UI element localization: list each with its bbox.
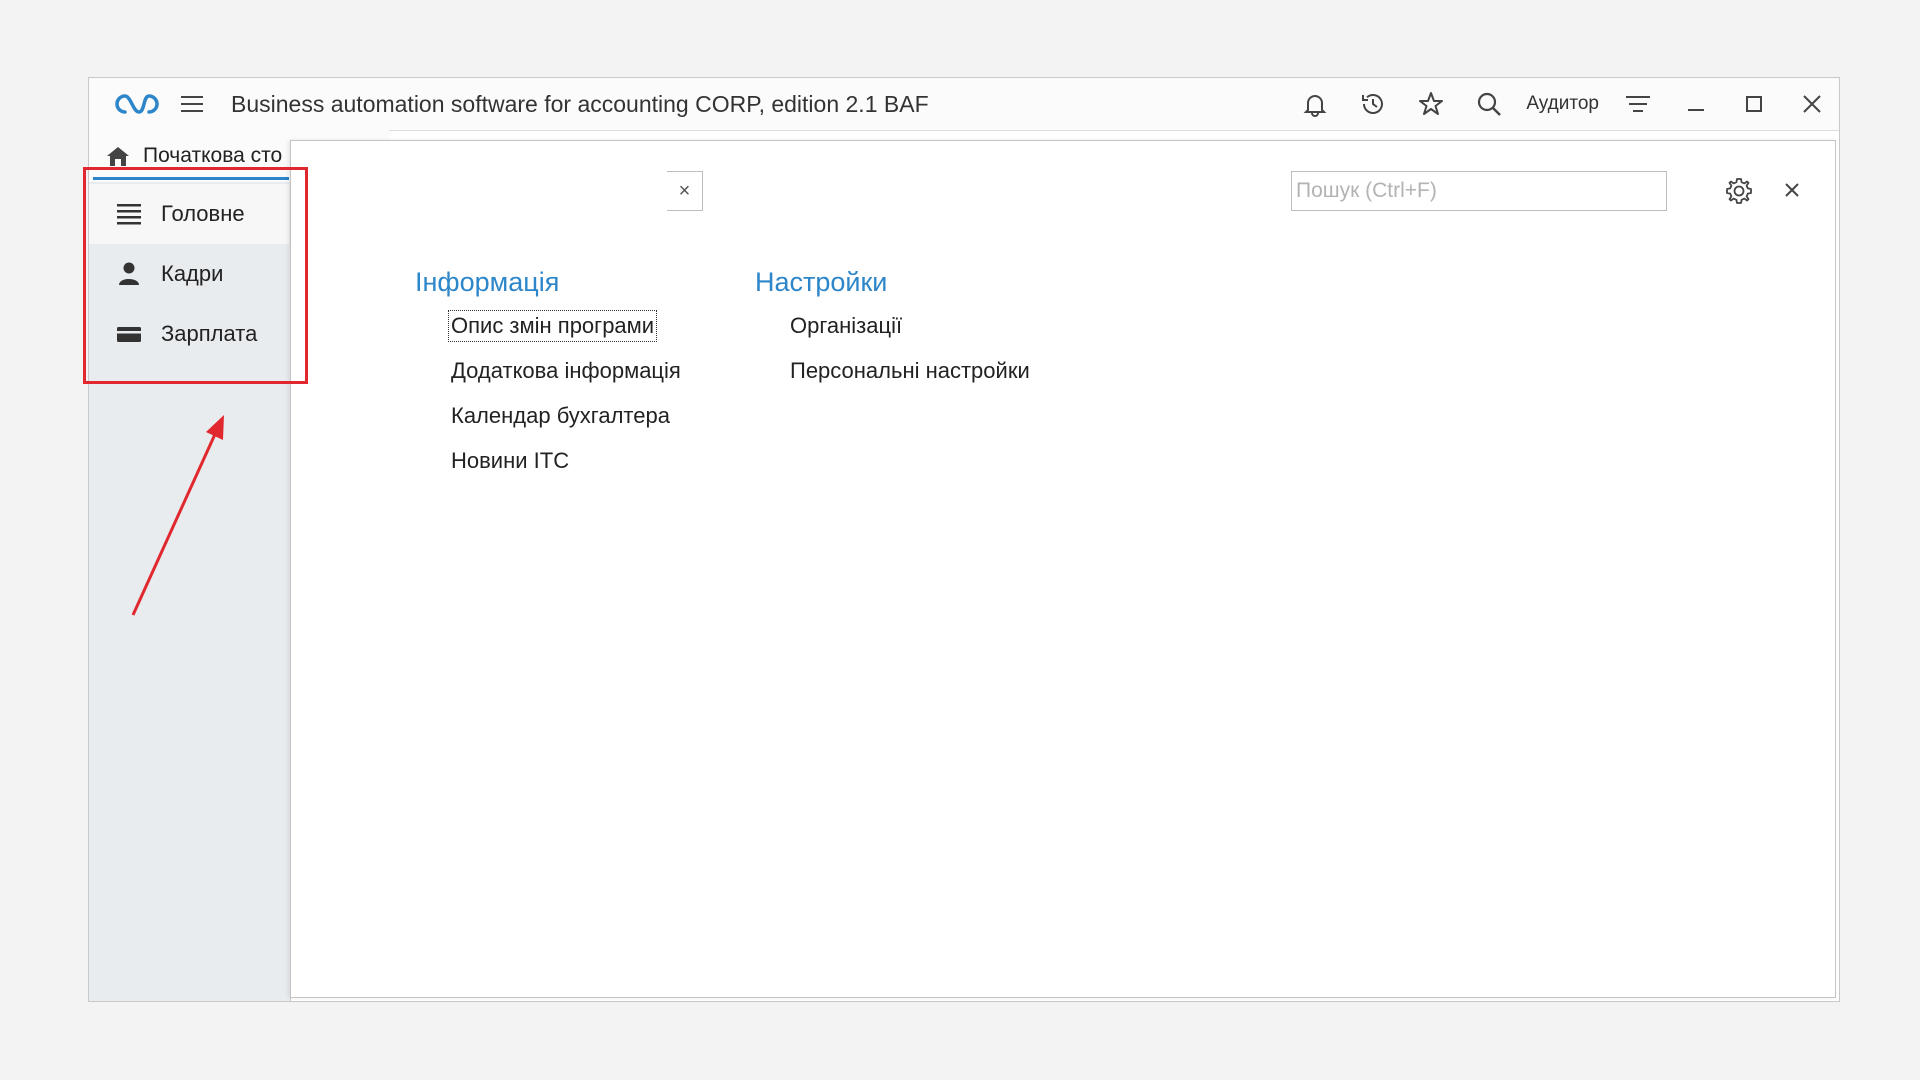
home-icon: [107, 147, 129, 166]
title-bar-actions: Аудитор: [1286, 78, 1839, 130]
informatsiya-links: Опис змін програми Додаткова інформація …: [447, 303, 683, 483]
section-title-nastroyky: Настройки: [755, 267, 888, 297]
maximize-icon[interactable]: [1739, 89, 1769, 119]
link-orhanizatsii[interactable]: Організації: [788, 303, 1032, 348]
search-icon[interactable]: [1474, 89, 1504, 119]
link-dodatkova-informatsiya[interactable]: Додаткова інформація: [449, 348, 683, 393]
bell-icon[interactable]: [1300, 89, 1330, 119]
gear-icon[interactable]: [1723, 175, 1755, 207]
title-bar: Business automation software for account…: [89, 78, 1839, 131]
link-kalendar-bukhgaltera[interactable]: Календар бухгалтера: [449, 393, 683, 438]
minimize-icon[interactable]: [1681, 89, 1711, 119]
search-input[interactable]: [1292, 172, 1662, 210]
user-name[interactable]: Аудитор: [1526, 93, 1599, 115]
nastroyky-links: Організації Персональні настройки: [788, 303, 1032, 393]
link-opys-zmin[interactable]: Опис змін програми: [447, 303, 683, 348]
close-icon[interactable]: [1797, 89, 1827, 119]
section-panel: × Інформація Опис змін програми Додатков…: [290, 140, 1836, 998]
close-panel-icon[interactable]: [1779, 177, 1805, 203]
section-title-informatsiya: Інформація: [415, 267, 560, 297]
search-clear-button[interactable]: ×: [667, 171, 703, 211]
app-window: Business automation software for account…: [88, 77, 1840, 1002]
search-box: [1291, 171, 1667, 211]
menu-icon[interactable]: [179, 92, 205, 116]
star-icon[interactable]: [1416, 89, 1446, 119]
link-personalni-nastroyky[interactable]: Персональні настройки: [788, 348, 1032, 393]
home-tab-label: Початкова сто: [143, 144, 283, 167]
annotation-highlight-box: [83, 167, 308, 384]
filter-icon[interactable]: [1623, 89, 1653, 119]
app-logo-icon[interactable]: [111, 88, 163, 120]
app-title: Business automation software for account…: [231, 90, 929, 117]
link-novyny-its[interactable]: Новини ІТС: [449, 438, 683, 483]
history-icon[interactable]: [1358, 89, 1388, 119]
